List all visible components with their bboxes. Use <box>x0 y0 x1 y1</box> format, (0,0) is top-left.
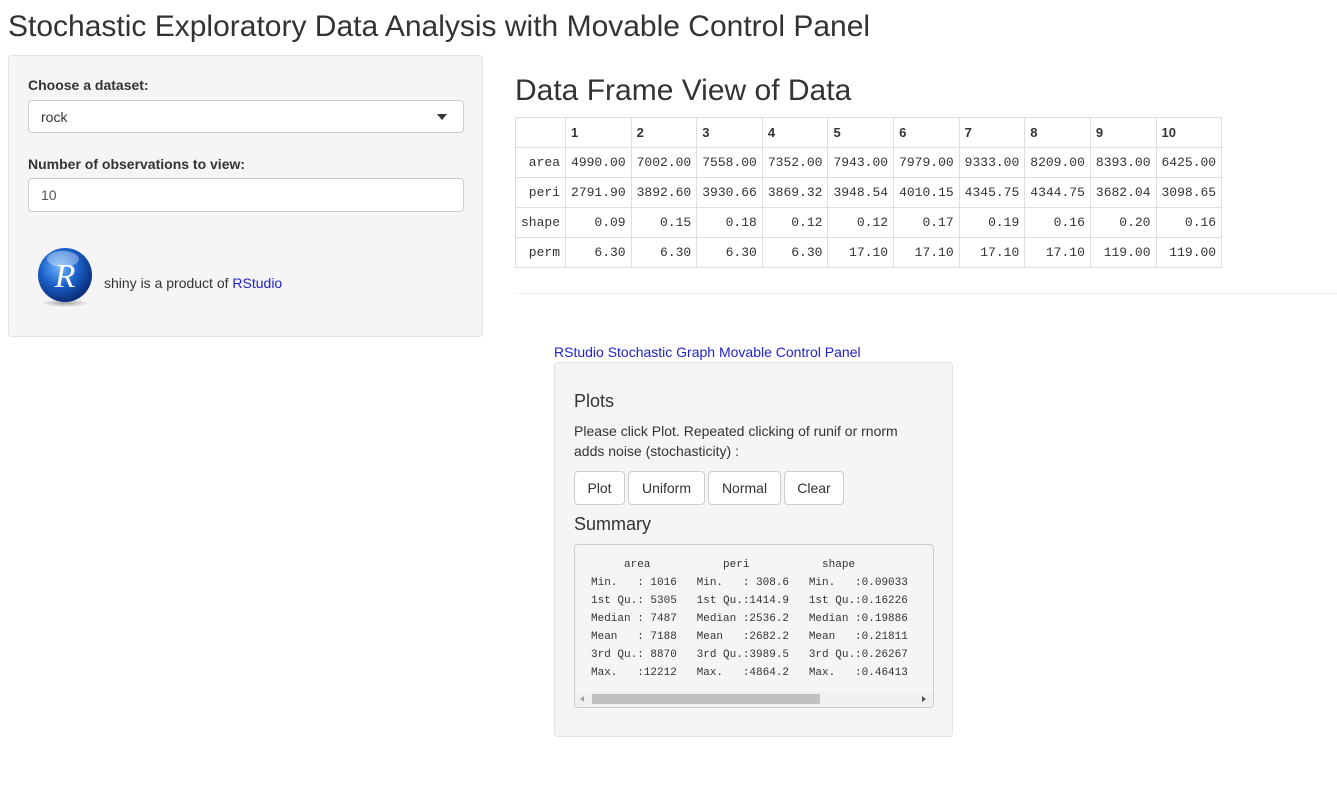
table-cell: 0.17 <box>893 207 960 238</box>
data-frame-heading: Data Frame View of Data <box>515 74 852 107</box>
table-cell: 0.19 <box>958 207 1026 238</box>
row-name: perm <box>514 237 567 268</box>
table-cell: 4990.00 <box>565 147 632 178</box>
uniform-button[interactable]: Uniform <box>628 471 705 505</box>
scrollbar-thumb[interactable] <box>592 694 820 704</box>
scroll-right-icon[interactable] <box>922 696 926 702</box>
table-cell: 3869.32 <box>761 177 829 208</box>
table-cell: 6425.00 <box>1155 147 1223 178</box>
table-cell: 119.00 <box>1155 237 1223 268</box>
row-name: peri <box>514 177 567 208</box>
table-cell: 3682.04 <box>1089 177 1157 208</box>
table-cell: 119.00 <box>1089 237 1157 268</box>
table-row: peri 2791.90 3892.60 3930.66 3869.32 394… <box>514 177 1223 208</box>
row-name: shape <box>514 207 567 238</box>
normal-button[interactable]: Normal <box>708 471 781 505</box>
table-cell: 3098.65 <box>1155 177 1223 208</box>
table-cell: 8393.00 <box>1089 147 1157 178</box>
table-cell: 4345.75 <box>958 177 1026 208</box>
table-cell: 0.12 <box>761 207 829 238</box>
table-cell: 4010.15 <box>893 177 960 208</box>
table-cell: 6.30 <box>630 237 698 268</box>
table-cell: 3892.60 <box>630 177 698 208</box>
column-header: 1 <box>565 117 632 148</box>
r-logo-icon: R <box>38 248 92 307</box>
logo-letter: R <box>54 258 76 295</box>
data-frame-table: 1 2 3 4 5 6 7 8 9 10 area 4990.00 7002.0… <box>514 117 1223 268</box>
horizontal-scrollbar[interactable] <box>576 692 932 706</box>
table-cell: 3930.66 <box>696 177 763 208</box>
table-cell: 7352.00 <box>761 147 829 178</box>
plot-button[interactable]: Plot <box>574 471 625 505</box>
table-cell: 17.10 <box>1024 237 1091 268</box>
dataset-select-value: rock <box>41 109 68 125</box>
rstudio-link[interactable]: RStudio <box>232 275 282 291</box>
table-header-row: 1 2 3 4 5 6 7 8 9 10 <box>514 117 1223 148</box>
table-cell: 0.18 <box>696 207 763 238</box>
table-cell: 0.15 <box>630 207 698 238</box>
table-cell: 7558.00 <box>696 147 763 178</box>
clear-button[interactable]: Clear <box>784 471 844 505</box>
horizontal-divider <box>515 293 1337 294</box>
column-header: 8 <box>1024 117 1091 148</box>
table-cell: 6.30 <box>761 237 829 268</box>
column-header <box>514 117 567 148</box>
table-row: shape 0.09 0.15 0.18 0.12 0.12 0.17 0.19… <box>514 207 1223 238</box>
column-header: 7 <box>958 117 1026 148</box>
dataset-select[interactable]: rock <box>28 100 464 133</box>
table-cell: 17.10 <box>958 237 1026 268</box>
credit-prefix: shiny is a product of <box>104 275 233 291</box>
table-cell: 9333.00 <box>958 147 1026 178</box>
credit-text: shiny is a product of RStudio <box>104 275 282 291</box>
column-header: 6 <box>893 117 960 148</box>
caret-down-icon <box>437 114 447 120</box>
page-title: Stochastic Exploratory Data Analysis wit… <box>8 10 871 43</box>
table-cell: 0.16 <box>1024 207 1091 238</box>
plots-heading: Plots <box>574 391 615 411</box>
table-row: area 4990.00 7002.00 7558.00 7352.00 794… <box>514 147 1223 178</box>
table-cell: 7943.00 <box>827 147 895 178</box>
table-cell: 0.12 <box>827 207 895 238</box>
column-header: 10 <box>1155 117 1223 148</box>
table-row: perm 6.30 6.30 6.30 6.30 17.10 17.10 17.… <box>514 237 1223 268</box>
table-cell: 0.16 <box>1155 207 1223 238</box>
table-cell: 8209.00 <box>1024 147 1091 178</box>
table-cell: 6.30 <box>696 237 763 268</box>
scroll-left-icon[interactable] <box>580 696 584 702</box>
movable-panel-drag-handle[interactable]: RStudio Stochastic Graph Movable Control… <box>554 344 861 360</box>
table-cell: 17.10 <box>827 237 895 268</box>
summary-heading: Summary <box>574 514 652 534</box>
obs-number-input[interactable] <box>28 178 464 212</box>
table-cell: 7979.00 <box>893 147 960 178</box>
summary-text: area peri shape Min. : 1016 Min. : 308.6… <box>591 559 908 679</box>
movable-control-panel: Plots Please click Plot. Repeated clicki… <box>554 362 953 737</box>
plot-instructions: Please click Plot. Repeated clicking of … <box>574 423 898 459</box>
column-header: 3 <box>696 117 763 148</box>
column-header: 2 <box>630 117 698 148</box>
table-cell: 0.20 <box>1089 207 1157 238</box>
table-cell: 0.09 <box>565 207 632 238</box>
table-cell: 7002.00 <box>630 147 698 178</box>
table-cell: 4344.75 <box>1024 177 1091 208</box>
table-cell: 3948.54 <box>827 177 895 208</box>
column-header: 4 <box>761 117 829 148</box>
sidebar-panel: Choose a dataset: rock Number of observa… <box>8 55 483 337</box>
column-header: 5 <box>827 117 895 148</box>
table-cell: 6.30 <box>565 237 632 268</box>
column-header: 9 <box>1089 117 1157 148</box>
obs-label: Number of observations to view: <box>28 156 246 172</box>
row-name: area <box>514 147 567 178</box>
table-cell: 17.10 <box>893 237 960 268</box>
dataset-label: Choose a dataset: <box>28 77 149 93</box>
summary-output: area peri shape Min. : 1016 Min. : 308.6… <box>574 544 934 708</box>
table-cell: 2791.90 <box>565 177 632 208</box>
